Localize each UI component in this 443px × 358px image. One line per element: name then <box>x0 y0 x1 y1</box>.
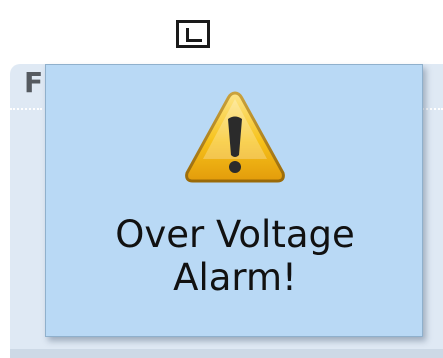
alarm-message: Over Voltage Alarm! <box>46 213 424 299</box>
warning-icon <box>185 91 285 183</box>
alarm-popup[interactable]: Over Voltage Alarm! <box>45 64 423 337</box>
corner-marker-icon <box>176 20 210 48</box>
screen: F Over Voltage Alarm! <box>0 0 443 358</box>
panel-divider <box>10 108 42 110</box>
panel-bottom-strip <box>10 349 443 358</box>
alarm-message-line1: Over Voltage <box>115 213 355 256</box>
background-panel-title: F <box>24 66 44 99</box>
alarm-message-line2: Alarm! <box>173 256 297 299</box>
